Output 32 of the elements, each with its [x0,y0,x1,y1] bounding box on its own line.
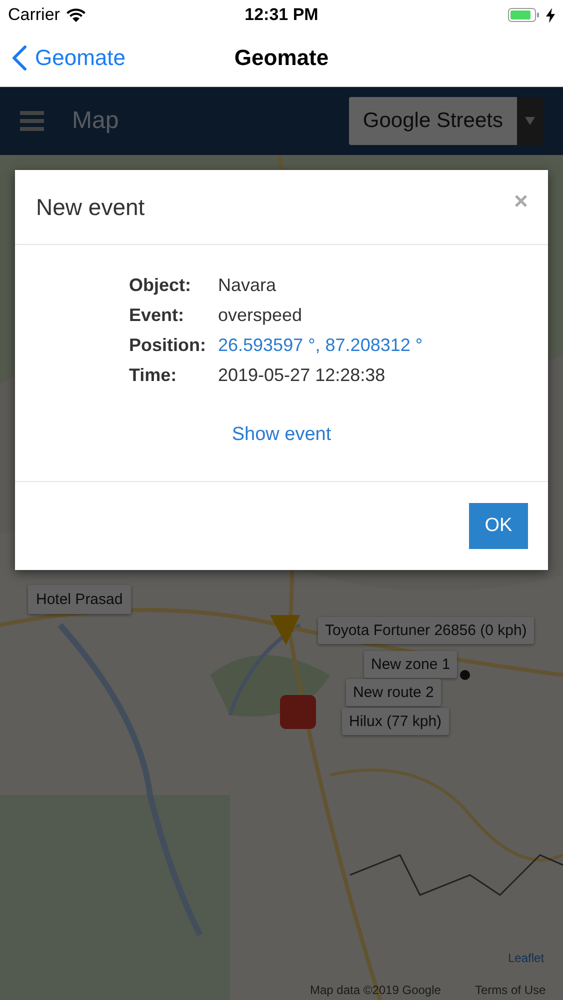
dialog-title: New event [36,194,145,220]
leaflet-link[interactable]: Leaflet [508,951,544,965]
field-label: Position: [129,335,206,356]
layer-select[interactable]: Google Streets [348,97,543,145]
wifi-icon [66,8,86,22]
battery-icon [508,7,540,23]
map-attribution: Map data ©2019 Google [310,983,441,997]
position-link[interactable]: 26.593597 °, 87.208312 ° [218,335,423,356]
route-label[interactable]: New route 2 [346,679,441,706]
field-value: Navara [218,275,278,296]
menu-icon[interactable] [20,110,44,132]
show-event-link[interactable]: Show event [232,424,332,446]
vehicle-label[interactable]: Hilux (77 kph) [342,708,449,735]
field-value: overspeed [218,305,304,326]
zone-label[interactable]: New zone 1 [364,651,458,678]
field-label: Event: [129,305,186,326]
place-label[interactable]: Hotel Prasad [28,585,131,614]
close-button[interactable]: × [514,188,528,216]
field-label: Time: [129,365,178,386]
carrier-name: Carrier [8,5,60,25]
vehicle-label[interactable]: Toyota Fortuner 26856 (0 kph) [318,617,534,644]
status-time: 12:31 PM [244,5,318,25]
nav-title: Geomate [234,45,329,70]
page-title: Map [72,107,119,135]
charging-icon [546,8,555,22]
field-value: 2019-05-27 12:28:38 [218,365,386,386]
dropdown-caret-icon [525,117,535,125]
terms-link[interactable]: Terms of Use [475,983,546,997]
ok-button[interactable]: OK [469,503,528,549]
back-button[interactable]: Geomate [0,45,126,71]
back-chevron-icon [12,45,27,71]
field-label: Object: [129,275,192,296]
